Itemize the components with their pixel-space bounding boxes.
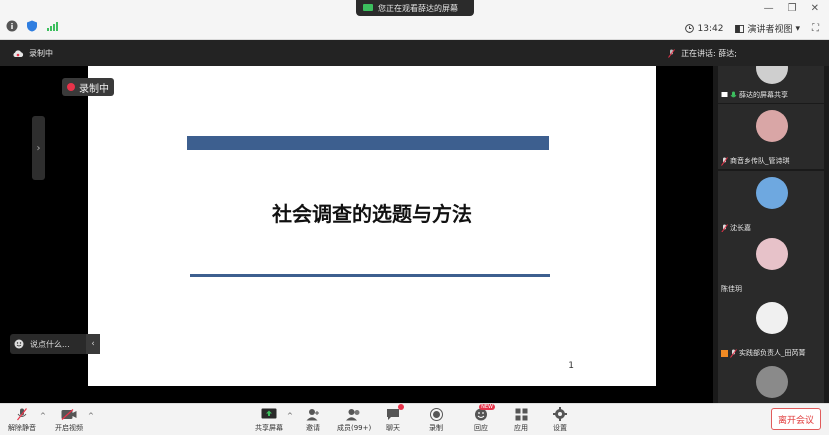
record-dot-icon — [67, 83, 75, 91]
expand-panel-handle[interactable]: › — [32, 116, 45, 180]
avatar — [756, 110, 788, 142]
speaking-label: 正在讲话: 薛达; — [681, 49, 737, 58]
share-options-caret[interactable]: ^ — [287, 412, 293, 420]
mic-muted-icon — [721, 156, 728, 166]
avatar — [756, 177, 788, 209]
new-badge: NEW — [479, 404, 495, 410]
audio-options-caret[interactable]: ^ — [40, 412, 46, 420]
avatar — [756, 66, 788, 84]
record-icon — [428, 407, 444, 421]
participant-gallery: › 薛达的屏幕共享 商音乡传队_管诗琪 沈长嘉 — [713, 66, 829, 403]
camera-off-icon — [61, 407, 77, 421]
participant-name: 陈佳玥 — [721, 285, 742, 293]
settings-button[interactable]: 设置 — [552, 407, 568, 433]
avatar — [756, 302, 788, 334]
participant-tile[interactable] — [718, 360, 824, 403]
apps-grid-icon — [513, 407, 529, 421]
restore-icon[interactable]: ❐ — [788, 3, 797, 14]
avatar — [756, 366, 788, 398]
recording-badge-label: 录制中 — [79, 83, 109, 95]
unread-dot — [398, 404, 404, 410]
view-mode-select[interactable]: 演讲者视图 ▾ — [731, 21, 804, 36]
video-button[interactable]: 开启视频 — [55, 407, 83, 433]
mute-button[interactable]: 解除静音 — [8, 407, 36, 433]
participant-tile[interactable]: 陈佳玥 — [718, 232, 824, 297]
screen-share-icon — [721, 91, 728, 97]
participant-name: 薛达的屏幕共享 — [721, 90, 788, 100]
leave-meeting-button[interactable]: 离开会议 — [771, 408, 821, 430]
chat-placeholder: 说点什么... — [30, 339, 70, 349]
participant-name: 实践部负责人_田芮菁 — [721, 348, 806, 358]
close-icon[interactable]: ✕ — [811, 3, 819, 14]
cloud-record-icon — [13, 49, 24, 57]
fullscreen-icon[interactable]: ⛶ — [812, 23, 819, 34]
share-screen-icon — [363, 4, 373, 11]
hand-icon — [721, 349, 728, 357]
presentation-slide: 社会调查的选题与方法 1 — [88, 66, 656, 386]
share-screen-button[interactable]: 共享屏幕 — [255, 407, 283, 433]
slide-page-number: 1 — [568, 361, 574, 371]
meeting-window: 您正在观看薛达的屏幕 — ❐ ✕ 13:42 演讲者视图 ▾ ⛶ 录制中 正在讲… — [0, 0, 829, 435]
members-icon — [346, 407, 362, 421]
members-button[interactable]: 成员(99+) — [337, 407, 371, 433]
mic-muted-icon — [730, 348, 737, 358]
invite-button[interactable]: 邀请 — [305, 407, 321, 433]
mic-muted-icon — [668, 49, 675, 58]
info-icon[interactable] — [6, 20, 18, 32]
layout-icon — [735, 24, 745, 33]
chevron-right-icon: › — [36, 142, 41, 154]
emoji-icon[interactable] — [14, 339, 24, 349]
reactions-button[interactable]: NEW 回应 — [473, 404, 495, 433]
slide-title: 社会调查的选题与方法 — [272, 202, 472, 226]
video-options-caret[interactable]: ^ — [88, 412, 94, 420]
add-user-icon — [305, 407, 321, 421]
active-speaker: 正在讲话: 薛达; — [668, 48, 737, 59]
chevron-down-icon: ▾ — [795, 23, 800, 34]
apps-button[interactable]: 应用 — [513, 407, 529, 433]
mic-muted-icon — [14, 407, 30, 421]
participant-tile[interactable]: 沈长嘉 — [718, 171, 824, 236]
minimize-icon[interactable]: — — [764, 3, 774, 14]
signal-icon[interactable] — [46, 20, 58, 32]
participant-tile[interactable]: 实践部负责人_田芮菁 — [718, 296, 824, 361]
title-bar: 您正在观看薛达的屏幕 — ❐ ✕ 13:42 演讲者视图 ▾ ⛶ — [0, 0, 829, 40]
mic-icon — [730, 91, 737, 97]
recording-badge[interactable]: 录制中 — [62, 78, 114, 96]
participant-name: 商音乡传队_管诗琪 — [721, 156, 790, 166]
shared-screen-stage: 社会调查的选题与方法 1 录制中 › 说点什么... ‹ — [0, 66, 713, 403]
share-screen-icon — [261, 407, 277, 421]
meeting-info-icons — [6, 20, 58, 32]
gear-icon — [552, 407, 568, 421]
quick-chat-box[interactable]: 说点什么... ‹ — [10, 334, 100, 354]
record-button[interactable]: 录制 — [428, 407, 444, 433]
meeting-toolbar: 解除静音 ^ 开启视频 ^ 共享屏幕 ^ 邀请 成员(99+) 聊天 录制 NE… — [0, 403, 829, 435]
avatar — [756, 238, 788, 270]
reaction-icon: NEW — [473, 404, 495, 421]
participant-tile[interactable]: 商音乡传队_管诗琪 — [718, 104, 824, 169]
collapse-chat-icon[interactable]: ‹ — [86, 334, 100, 354]
window-controls: — ❐ ✕ — [764, 3, 819, 14]
meeting-clock: 13:42 — [684, 23, 724, 34]
clock-icon — [684, 24, 694, 33]
shield-icon[interactable] — [26, 20, 38, 32]
status-bar: 录制中 正在讲话: 薛达; — [0, 40, 829, 66]
chat-icon — [385, 404, 404, 421]
recording-status[interactable]: 录制中 — [12, 48, 53, 59]
slide-top-bar — [187, 136, 549, 150]
slide-bottom-line — [190, 274, 550, 277]
view-mode-label: 演讲者视图 — [747, 25, 793, 35]
participant-tile[interactable]: 薛达的屏幕共享 — [718, 66, 824, 103]
watching-text: 您正在观看薛达的屏幕 — [378, 3, 458, 13]
recording-status-label: 录制中 — [29, 49, 53, 58]
title-bar-right: 13:42 演讲者视图 ▾ ⛶ — [684, 21, 819, 36]
chat-button[interactable]: 聊天 — [385, 404, 404, 433]
meeting-time: 13:42 — [697, 23, 724, 34]
screen-watching-indicator[interactable]: 您正在观看薛达的屏幕 — [356, 0, 474, 16]
